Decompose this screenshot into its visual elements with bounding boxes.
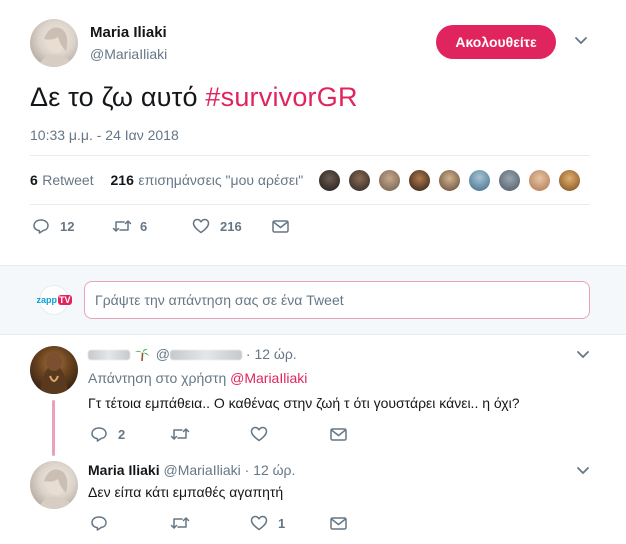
like-button[interactable]: 1 xyxy=(250,515,285,531)
reply-icon xyxy=(91,427,107,442)
redacted-name[interactable] xyxy=(88,350,130,361)
author-avatar[interactable] xyxy=(30,19,78,67)
retweet-icon xyxy=(170,517,190,529)
retweet-stat-count[interactable]: 6 xyxy=(30,172,38,188)
chevron-down-icon[interactable] xyxy=(574,36,588,46)
liker-avatar[interactable] xyxy=(498,169,521,192)
redacted-handle[interactable] xyxy=(170,350,242,361)
reply-text: Δεν είπα κάτι εμπαθές αγαπητή xyxy=(88,484,284,500)
liker-avatar[interactable] xyxy=(378,169,401,192)
liker-avatar[interactable] xyxy=(528,169,551,192)
thread-connector xyxy=(52,400,55,456)
retweet-button[interactable] xyxy=(170,515,190,531)
like-icon xyxy=(192,218,210,234)
divider xyxy=(30,155,590,156)
reply-count: 12 xyxy=(60,218,75,234)
hashtag-link[interactable]: #survivorGR xyxy=(205,82,357,112)
retweet-stat-label[interactable]: Retweet xyxy=(42,172,93,188)
direct-message-button[interactable] xyxy=(330,428,347,441)
like-count: 1 xyxy=(278,515,286,531)
reply-button[interactable]: 2 xyxy=(90,426,125,442)
palm-tree-icon xyxy=(134,347,150,364)
divider xyxy=(30,204,590,205)
like-button[interactable]: 216 xyxy=(192,218,242,234)
reply-author-photo xyxy=(38,469,74,509)
reply-time[interactable]: · 12 ώρ. xyxy=(246,346,297,362)
liker-avatar[interactable] xyxy=(468,169,491,192)
liker-avatars xyxy=(318,169,581,193)
liker-avatar[interactable] xyxy=(318,169,341,192)
author-photo xyxy=(38,27,74,67)
following-button[interactable]: Ακολουθείτε xyxy=(436,25,556,59)
badge-text-b: TV xyxy=(58,295,72,305)
reply-author-handle[interactable]: @MariaIliaki xyxy=(163,462,240,478)
like-count: 216 xyxy=(220,218,242,234)
reply-icon xyxy=(91,516,107,531)
liker-avatar[interactable] xyxy=(438,169,461,192)
tweet-timestamp[interactable]: 10:33 μ.μ. - 24 Ιαν 2018 xyxy=(30,127,179,143)
reply-input[interactable]: Γράψτε την απάντηση σας σε ένα Tweet xyxy=(84,281,590,319)
retweet-icon xyxy=(170,428,190,440)
like-stat-label[interactable]: επισημάνσεις "μου αρέσει" xyxy=(138,172,303,188)
tweet-text-plain: Δε το ζω αυτό xyxy=(30,82,206,112)
retweet-button[interactable] xyxy=(170,426,190,442)
author-handle[interactable]: @MariaIliaki xyxy=(90,46,167,62)
like-icon xyxy=(250,515,268,531)
like-icon xyxy=(250,426,268,442)
reply-author-name[interactable]: Maria Iliaki xyxy=(88,462,160,478)
retweet-count: 6 xyxy=(140,218,148,234)
reply-author-photo xyxy=(40,353,68,394)
chevron-down-icon[interactable] xyxy=(576,350,590,360)
current-user-avatar[interactable]: zapp TV xyxy=(36,285,72,315)
retweet-button[interactable]: 6 xyxy=(112,218,147,234)
replying-to-prefix: Απάντηση στο χρήστη xyxy=(88,370,227,386)
message-icon xyxy=(330,517,347,530)
like-button[interactable] xyxy=(250,426,268,442)
like-stat-count[interactable]: 216 xyxy=(111,172,134,188)
author-name[interactable]: Maria Iliaki xyxy=(90,24,167,41)
tweet-text: Δε το ζω αυτό #survivorGR xyxy=(30,82,358,113)
retweet-icon xyxy=(112,220,132,232)
reply-text: Γτ τέτοια εμπάθεια.. Ο καθένας στην ζωή … xyxy=(88,395,520,411)
message-icon xyxy=(330,428,347,441)
badge-text-a: zapp xyxy=(36,295,57,305)
reply-icon xyxy=(33,219,49,234)
liker-avatar[interactable] xyxy=(408,169,431,192)
replying-to: Απάντηση στο χρήστη @MariaIliaki xyxy=(88,370,307,386)
chevron-down-icon[interactable] xyxy=(576,466,590,476)
reply-header: Maria Iliaki @MariaIliaki · 12 ώρ. xyxy=(88,462,295,478)
reply-author-avatar[interactable] xyxy=(30,461,78,509)
reply-author-avatar[interactable] xyxy=(30,346,78,394)
reply-composer: zapp TV Γράψτε την απάντηση σας σε ένα Tw… xyxy=(0,265,626,335)
direct-message-button[interactable] xyxy=(272,220,289,233)
reply-button[interactable]: 12 xyxy=(32,218,74,234)
reply-header-redacted: @ · 12 ώρ. xyxy=(88,346,297,364)
liker-avatar[interactable] xyxy=(558,169,581,192)
message-icon xyxy=(272,220,289,233)
reply-count: 2 xyxy=(118,426,126,442)
direct-message-button[interactable] xyxy=(330,517,347,530)
reply-time[interactable]: · 12 ώρ. xyxy=(245,462,296,478)
stats-row: 6 Retweet 216 επισημάνσεις "μου αρέσει" xyxy=(30,172,303,190)
reply-button[interactable] xyxy=(90,515,108,531)
liker-avatar[interactable] xyxy=(348,169,371,192)
replying-to-link[interactable]: @MariaIliaki xyxy=(230,370,307,386)
